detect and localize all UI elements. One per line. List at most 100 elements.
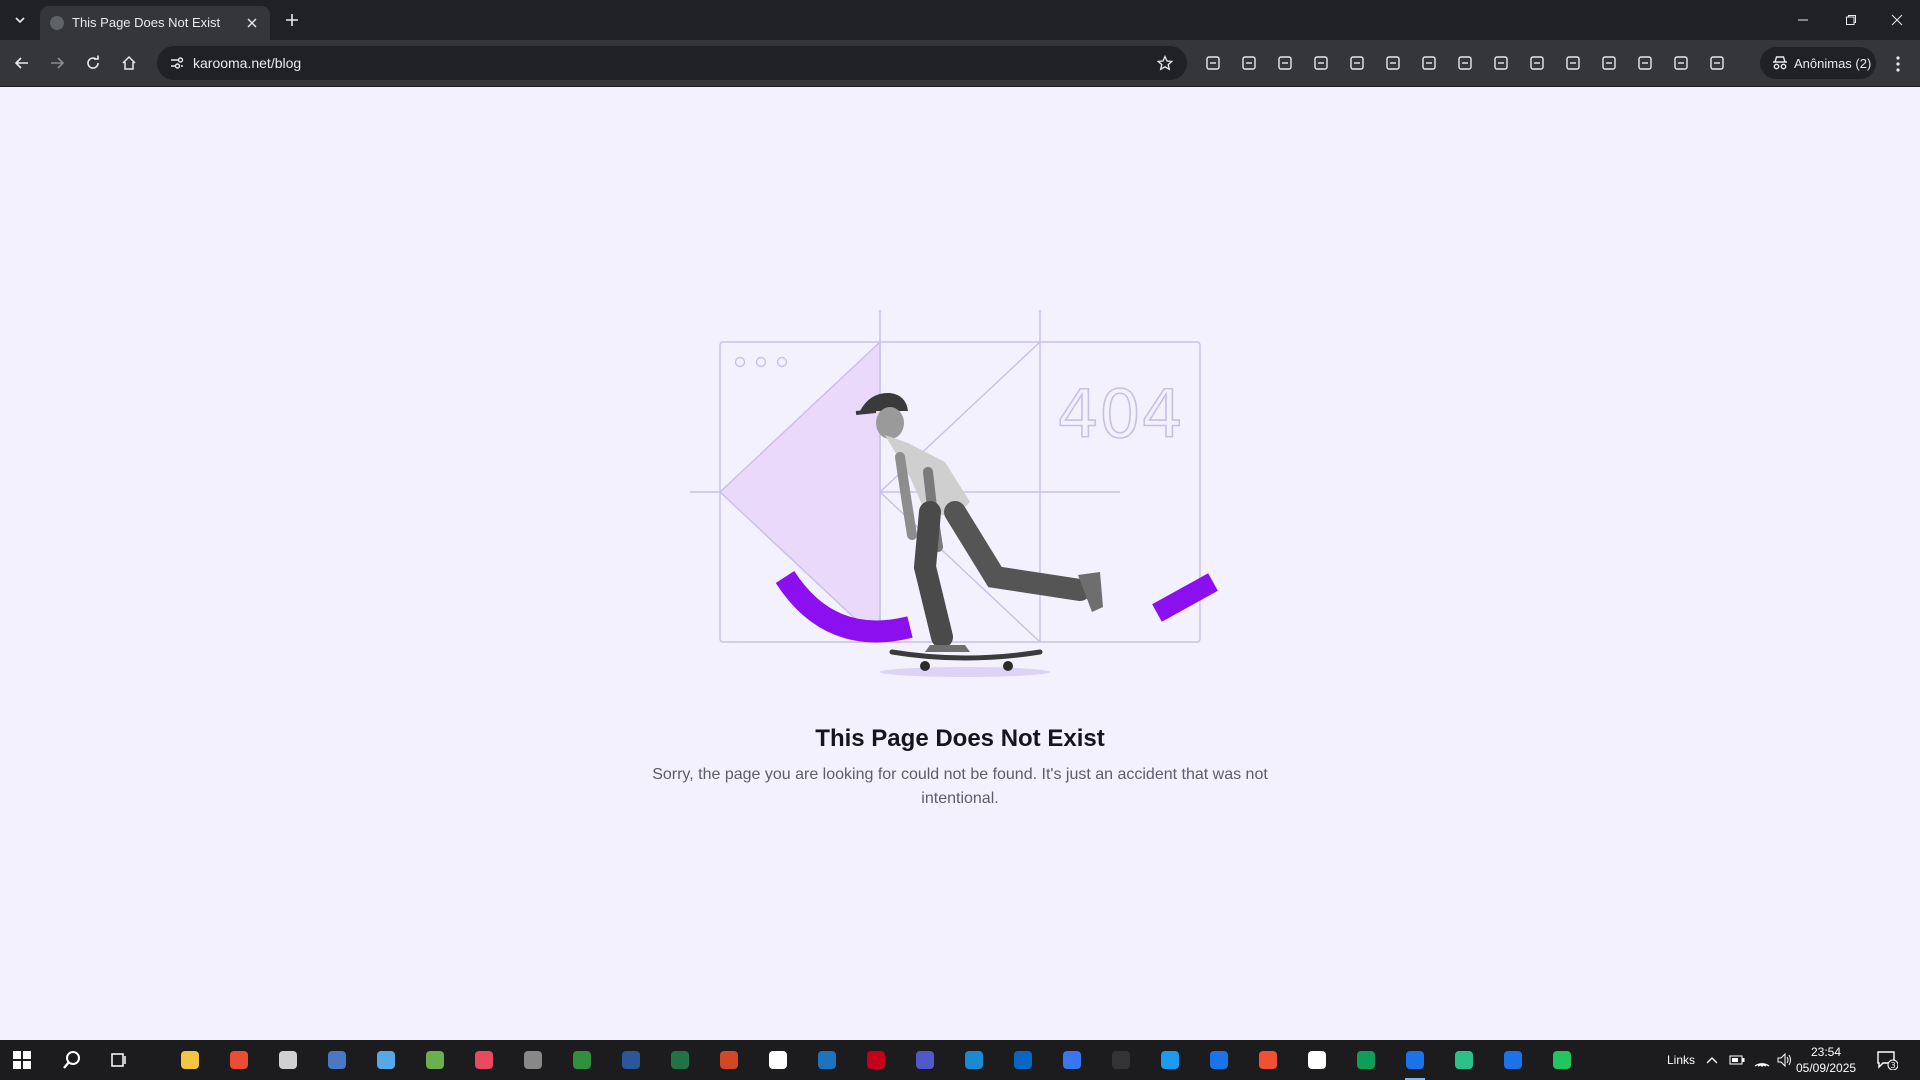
terminal-taskbar-button[interactable] (1107, 1046, 1135, 1074)
new-tab-button[interactable] (280, 8, 304, 32)
search-button[interactable] (58, 1046, 86, 1074)
tab-close-button[interactable] (242, 13, 262, 33)
vscode-taskbar-button[interactable] (960, 1046, 988, 1074)
home-icon (122, 55, 136, 70)
chrome-active-taskbar-button[interactable] (1401, 1046, 1429, 1080)
links-toolbar-label[interactable]: Links (1667, 1053, 1695, 1067)
incognito-extension-button[interactable] (1202, 52, 1224, 74)
reading-mode-extension-button[interactable] (1526, 52, 1548, 74)
chrome-2-taskbar-button[interactable] (1499, 1046, 1527, 1074)
translate-icon (1458, 56, 1472, 70)
browser-menu-button[interactable] (1886, 52, 1910, 76)
arrow-right-icon (51, 57, 65, 69)
git-taskbar-button[interactable] (1254, 1046, 1282, 1074)
window-dot-icon (734, 356, 746, 368)
tab-search-extension-button[interactable] (1634, 52, 1656, 74)
calculator-taskbar-button[interactable] (323, 1046, 351, 1074)
link-extension-button[interactable] (1562, 52, 1584, 74)
chevron-down-icon (15, 17, 25, 24)
app-green-icon (426, 1051, 444, 1069)
clock-time: 23:54 (1810, 1045, 1842, 1059)
url-text[interactable]: karooma.net/blog (193, 55, 301, 71)
edge-taskbar-button[interactable] (568, 1046, 596, 1074)
favorites-extension-button[interactable] (1706, 52, 1728, 74)
tab-search-icon (1638, 56, 1652, 70)
location-pin-extension-button[interactable] (1274, 52, 1296, 74)
chrome-icon (1210, 1051, 1228, 1069)
notification-center-button[interactable]: 3 (1873, 1046, 1901, 1074)
translate-extension-button[interactable] (1454, 52, 1476, 74)
forward-button[interactable] (42, 48, 72, 78)
network-button[interactable] (1750, 1046, 1774, 1074)
word-taskbar-button[interactable] (617, 1046, 645, 1074)
minimize-button[interactable] (1780, 0, 1826, 40)
docker-taskbar-button[interactable] (1156, 1046, 1184, 1074)
notepad-taskbar-button[interactable] (372, 1046, 400, 1074)
qr-code-extension-button[interactable] (1490, 52, 1512, 74)
app-green-taskbar-button[interactable] (421, 1046, 449, 1074)
task-view-button[interactable] (105, 1046, 133, 1074)
filezilla-taskbar-button[interactable] (225, 1046, 253, 1074)
download-extension-button[interactable] (1346, 52, 1368, 74)
app-k-taskbar-button[interactable] (1548, 1046, 1576, 1074)
print-extension-button[interactable] (1382, 52, 1404, 74)
reload-icon (87, 55, 99, 69)
outlook-taskbar-button[interactable] (1009, 1046, 1037, 1074)
close-window-button[interactable] (1874, 0, 1920, 40)
reader-extension-button[interactable] (1310, 52, 1332, 74)
tab-list-button[interactable] (8, 8, 32, 32)
bug-taskbar-button[interactable] (470, 1046, 498, 1074)
antivirus-taskbar-button[interactable] (862, 1046, 890, 1074)
site-info-icon[interactable] (169, 55, 185, 71)
windows-logo-icon (13, 1051, 31, 1069)
window-dot-icon (776, 356, 788, 368)
excel-taskbar-button[interactable] (666, 1046, 694, 1074)
app-hex-taskbar-button[interactable] (1450, 1046, 1478, 1074)
excel-icon (671, 1051, 689, 1069)
filezilla-icon (230, 1051, 248, 1069)
signal-taskbar-button[interactable] (1058, 1046, 1086, 1074)
drive-taskbar-button[interactable] (1352, 1046, 1380, 1074)
file-icon (769, 1051, 787, 1069)
download-icon (1350, 56, 1364, 70)
arrow-left-icon (14, 57, 28, 69)
profile-button[interactable]: Anônimas (2) (1760, 47, 1876, 79)
screenshot-extension-button[interactable] (1418, 52, 1440, 74)
qr-code-icon (1494, 56, 1508, 70)
start-button[interactable] (8, 1046, 36, 1074)
signal-icon (1063, 1051, 1081, 1069)
404-code-text: 404 (1057, 376, 1183, 453)
calculator-icon (328, 1051, 346, 1069)
active-tab[interactable]: This Page Does Not Exist (40, 6, 270, 40)
powershell-taskbar-button[interactable] (813, 1046, 841, 1074)
teams-icon (916, 1051, 934, 1069)
terminal-icon (1112, 1051, 1130, 1069)
notepad-icon (377, 1051, 395, 1069)
antivirus-icon (867, 1051, 885, 1069)
browser-toolbar: karooma.net/blog Anônimas (2) (0, 40, 1920, 87)
teams-taskbar-button[interactable] (911, 1046, 939, 1074)
restore-button[interactable] (1828, 0, 1874, 40)
reload-button[interactable] (78, 48, 108, 78)
code-extension-button[interactable] (1670, 52, 1692, 74)
mail-taskbar-button[interactable] (274, 1046, 302, 1074)
usb-taskbar-button[interactable] (519, 1046, 547, 1074)
chrome-taskbar-button[interactable] (1205, 1046, 1233, 1074)
back-button[interactable] (7, 48, 37, 78)
bookmark-star-button[interactable] (1155, 53, 1175, 73)
profile-label: Anônimas (2) (1794, 55, 1872, 71)
powerpoint-taskbar-button[interactable] (715, 1046, 743, 1074)
plus-icon (286, 14, 298, 26)
key-extension-button[interactable] (1238, 52, 1260, 74)
volume-button[interactable] (1773, 1046, 1797, 1074)
system-clock[interactable]: 23:54 05/09/2025 (1796, 1044, 1856, 1076)
tray-overflow-button[interactable] (1700, 1046, 1724, 1074)
capcut-taskbar-button[interactable] (1303, 1046, 1331, 1074)
cast-extension-button[interactable] (1598, 52, 1620, 74)
home-button[interactable] (114, 48, 144, 78)
file-taskbar-button[interactable] (764, 1046, 792, 1074)
file-explorer-taskbar-button[interactable] (176, 1046, 204, 1074)
page-content: 404 This Page Does Not Exist Sorry, the … (0, 87, 1920, 1040)
address-bar[interactable]: karooma.net/blog (157, 46, 1187, 80)
battery-button[interactable] (1725, 1046, 1749, 1074)
